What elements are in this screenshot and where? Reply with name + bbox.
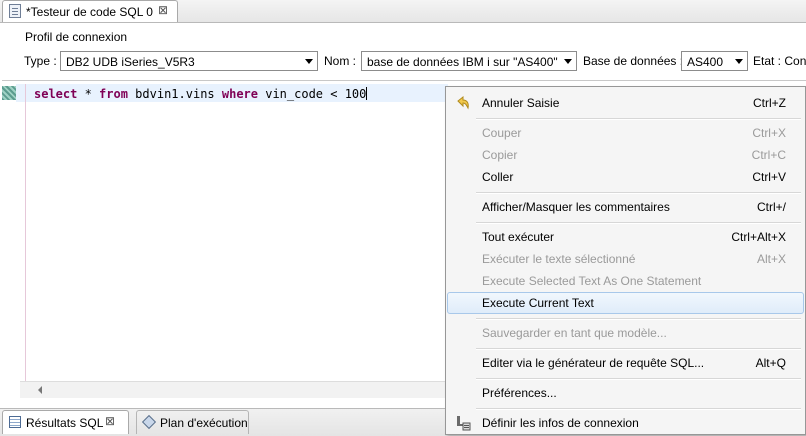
text-caret [366, 87, 368, 100]
close-tab-icon[interactable]: ⊠ [158, 3, 168, 17]
menu-item-shortcut: Alt+X [756, 252, 786, 266]
horizontal-scrollbar[interactable] [20, 381, 450, 398]
menu-item-undo[interactable]: Annuler Saisie Ctrl+Z [447, 92, 804, 114]
editor-margin [25, 84, 26, 389]
type-select[interactable]: DB2 UDB iSeries_V5R3 [60, 51, 318, 71]
menu-separator [476, 408, 801, 410]
chevron-down-icon [305, 59, 313, 64]
connection-icon [457, 416, 471, 431]
sql-text: * [77, 87, 100, 101]
menu-item-label: Copier [482, 148, 518, 162]
execution-plan-icon [141, 414, 157, 430]
menu-item-shortcut: Ctrl+X [752, 126, 786, 140]
sql-tester-tab[interactable]: *Testeur de code SQL 0 ⊠ [2, 0, 178, 22]
database-label: Base de données : [583, 54, 684, 68]
menu-separator [476, 118, 801, 120]
menu-item-shortcut: Ctrl+Z [753, 96, 786, 110]
menu-item-label: Couper [482, 126, 522, 140]
tab-sql-results-label: Résultats SQL [26, 416, 104, 430]
menu-item-label: Annuler Saisie [482, 96, 560, 110]
chevron-down-icon [564, 59, 572, 64]
menu-item-execute-selected-one-statement[interactable]: Execute Selected Text As One Statement [447, 270, 804, 292]
menu-item-label: Coller [482, 170, 514, 184]
nom-select[interactable]: base de données IBM i sur "AS400" [361, 51, 577, 71]
menu-separator [476, 318, 801, 320]
sql-keyword: select [34, 87, 78, 101]
etat-label: Etat : Con [753, 54, 806, 68]
menu-item-toggle-comments[interactable]: Afficher/Masquer les commentaires Ctrl+/ [447, 196, 804, 218]
menu-separator [476, 378, 801, 380]
menu-separator [476, 192, 801, 194]
menu-item-execute-current-text[interactable]: Execute Current Text [447, 292, 804, 314]
type-select-value: DB2 UDB iSeries_V5R3 [66, 55, 195, 69]
menu-item-shortcut: Alt+Q [755, 356, 786, 370]
scroll-left-icon[interactable] [38, 386, 42, 394]
menu-item-label: Execute Current Text [482, 296, 594, 310]
menu-item-label: Définir les infos de connexion [482, 416, 639, 430]
nom-label: Nom : [324, 54, 357, 68]
type-label: Type : [24, 54, 57, 68]
database-select[interactable]: AS400 [681, 51, 748, 71]
sql-file-icon [9, 4, 21, 18]
context-menu: Annuler Saisie Ctrl+Z Couper Ctrl+X Copi… [445, 86, 806, 435]
sql-keyword: from [99, 87, 128, 101]
menu-item-execute-all[interactable]: Tout exécuter Ctrl+Alt+X [447, 226, 804, 248]
chevron-down-icon [735, 59, 743, 64]
menu-item-label: Editer via le générateur de requête SQL.… [482, 356, 705, 370]
menu-item-shortcut: Ctrl+Alt+X [731, 230, 786, 244]
menu-item-label: Execute Selected Text As One Statement [482, 274, 702, 288]
tab-sql-results[interactable]: Résultats SQL ⊠ [2, 410, 129, 434]
undo-icon [457, 95, 469, 110]
results-table-icon [9, 416, 21, 428]
sql-tester-tab-label: *Testeur de code SQL 0 [26, 5, 153, 19]
menu-item-label: Exécuter le texte sélectionné [482, 252, 636, 266]
menu-item-save-as-template[interactable]: Sauvegarder en tant que modèle... [447, 322, 804, 344]
menu-item-label: Tout exécuter [482, 230, 555, 244]
connection-profile-label: Profil de connexion [25, 30, 128, 44]
sql-text: vin_code < 100 [258, 87, 367, 101]
sql-code-line[interactable]: select * from bdvin1.vins where vin_code… [34, 87, 368, 101]
menu-item-label: Sauvegarder en tant que modèle... [482, 326, 667, 340]
menu-item-execute-selected[interactable]: Exécuter le texte sélectionné Alt+X [447, 248, 804, 270]
sql-keyword: where [221, 87, 258, 101]
menu-separator [476, 222, 801, 224]
menu-item-label: Préférences... [482, 386, 557, 400]
menu-item-paste[interactable]: Coller Ctrl+V [447, 166, 804, 188]
menu-item-shortcut: Ctrl+C [751, 148, 786, 162]
menu-item-connection-info[interactable]: Définir les infos de connexion [447, 412, 804, 434]
menu-item-shortcut: Ctrl+V [752, 170, 786, 184]
sql-text: bdvin1.vins [127, 87, 222, 101]
nom-select-value: base de données IBM i sur "AS400" [367, 55, 558, 69]
menu-item-cut[interactable]: Couper Ctrl+X [447, 122, 804, 144]
menu-item-preferences[interactable]: Préférences... [447, 382, 804, 404]
menu-item-shortcut: Ctrl+/ [756, 200, 786, 214]
database-select-value: AS400 [687, 55, 724, 69]
menu-item-label: Afficher/Masquer les commentaires [482, 200, 670, 214]
menu-item-copy[interactable]: Copier Ctrl+C [447, 144, 804, 166]
tab-execution-plan-label: Plan d'exécution [160, 416, 248, 430]
tab-execution-plan[interactable]: Plan d'exécution [136, 410, 249, 434]
menu-separator [476, 348, 801, 350]
close-tab-icon[interactable]: ⊠ [105, 414, 115, 428]
menu-item-edit-query-builder[interactable]: Editer via le générateur de requête SQL.… [447, 352, 804, 374]
change-marker-icon [2, 86, 16, 100]
